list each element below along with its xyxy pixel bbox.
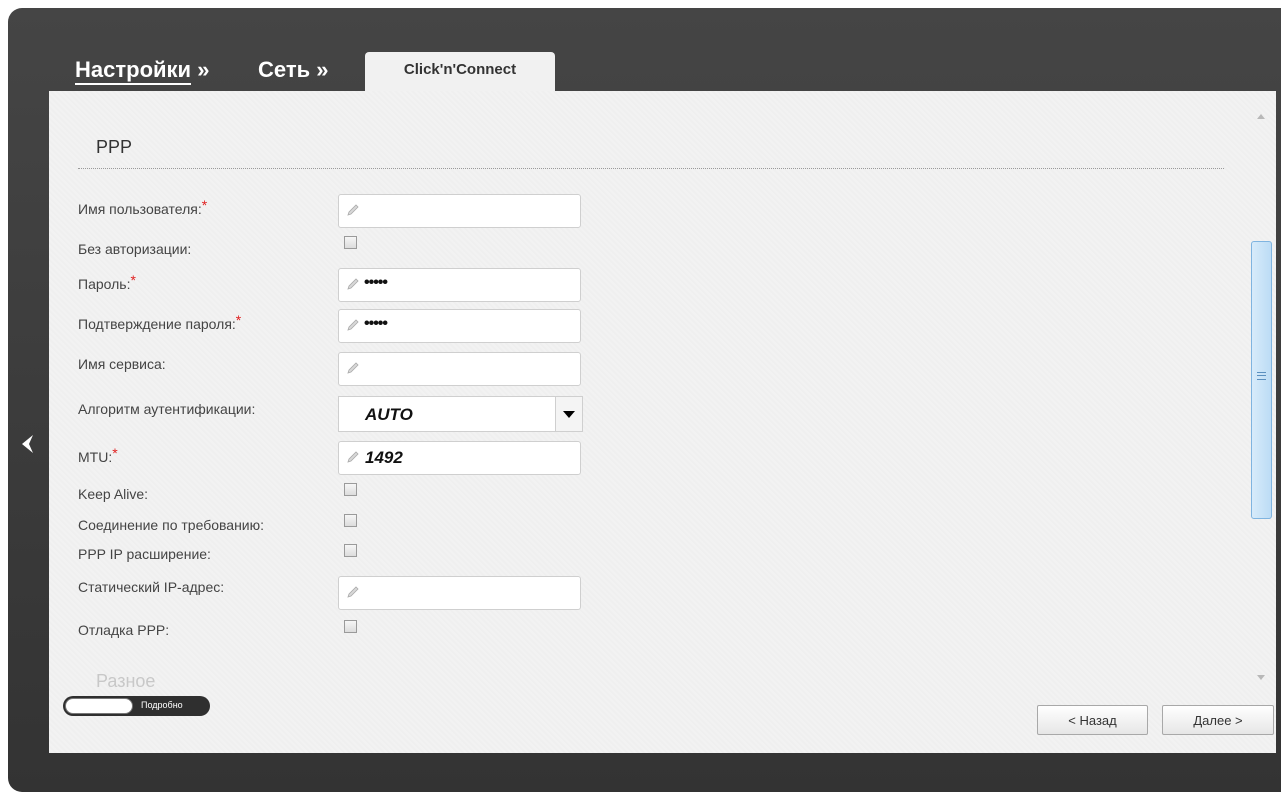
pencil-icon [347, 586, 359, 598]
pencil-icon [347, 204, 359, 216]
password-confirm-value: ••••• [364, 315, 388, 332]
scroll-up-arrow-icon[interactable] [1257, 114, 1265, 119]
next-button[interactable]: Далее > [1162, 705, 1274, 735]
password-confirm-field[interactable]: ••••• [338, 309, 581, 343]
content-panel [49, 91, 1276, 753]
ppp-ip-extension-checkbox[interactable] [344, 544, 357, 557]
dropdown-button[interactable] [555, 397, 582, 431]
pencil-icon [347, 319, 359, 331]
label-static-ip: Статический IP-адрес: [78, 579, 225, 595]
toggle-knob[interactable] [65, 698, 133, 714]
label-auth-algorithm: Алгоритм аутентификации: [78, 401, 256, 417]
label-username: Имя пользователя:* [78, 197, 207, 217]
back-nav-chevron-icon[interactable] [19, 433, 41, 463]
breadcrumb-separator: » [316, 57, 329, 82]
label-password-text: Пароль: [78, 276, 131, 292]
label-username-text: Имя пользователя: [78, 201, 202, 217]
label-mtu: MTU:* [78, 445, 118, 465]
breadcrumb-separator: » [197, 57, 210, 82]
pencil-icon [347, 451, 359, 463]
pencil-icon [347, 278, 359, 290]
username-field[interactable] [338, 194, 581, 228]
details-toggle[interactable]: Подробно [63, 696, 210, 716]
static-ip-field[interactable] [338, 576, 581, 610]
label-keep-alive: Keep Alive: [78, 486, 149, 502]
chevron-left-icon [22, 435, 33, 453]
section-title-misc: Разное [96, 671, 156, 689]
service-name-field[interactable] [338, 352, 581, 386]
label-no-auth: Без авторизации: [78, 241, 192, 257]
label-password: Пароль:* [78, 272, 136, 292]
scroll-down-arrow-icon[interactable] [1257, 675, 1265, 680]
password-value: ••••• [364, 274, 388, 291]
scrollbar-thumb[interactable] [1251, 241, 1272, 519]
breadcrumb-settings-label[interactable]: Настройки [75, 57, 192, 85]
mtu-field[interactable]: 1492 [338, 441, 581, 475]
toggle-label: Подробно [141, 700, 183, 710]
ppp-debug-checkbox[interactable] [344, 620, 357, 633]
required-mark: * [112, 445, 118, 461]
label-service-name: Имя сервиса: [78, 356, 166, 372]
mtu-value: 1492 [365, 448, 403, 467]
auth-algorithm-value: AUTO [365, 405, 413, 424]
label-mtu-text: MTU: [78, 449, 113, 465]
label-ppp-debug: Отладка PPP: [78, 622, 170, 638]
label-on-demand: Соединение по требованию: [78, 517, 265, 533]
breadcrumb-network[interactable]: Сеть » [258, 57, 329, 91]
label-ppp-ip-extension: PPP IP расширение: [78, 546, 211, 562]
label-password-confirm-text: Подтверждение пароля: [78, 316, 236, 332]
breadcrumb-network-label[interactable]: Сеть [258, 57, 310, 82]
keep-alive-checkbox[interactable] [344, 483, 357, 496]
section-divider [78, 168, 1224, 169]
tab-click-n-connect[interactable]: Click'n'Connect [365, 52, 555, 92]
required-mark: * [130, 272, 136, 288]
on-demand-checkbox[interactable] [344, 514, 357, 527]
auth-algorithm-select[interactable]: AUTO [338, 396, 583, 432]
password-field[interactable]: ••••• [338, 268, 581, 302]
triangle-down-icon [563, 410, 575, 418]
grip-icon [1257, 372, 1266, 380]
pencil-icon [347, 362, 359, 374]
label-password-confirm: Подтверждение пароля:* [78, 312, 241, 332]
vertical-scrollbar[interactable] [1251, 108, 1273, 688]
section-title-ppp: PPP [96, 137, 133, 157]
back-button[interactable]: < Назад [1037, 705, 1148, 735]
breadcrumb-settings[interactable]: Настройки » [75, 57, 209, 91]
required-mark: * [235, 312, 242, 328]
no-auth-checkbox[interactable] [344, 236, 357, 249]
required-mark: * [201, 197, 208, 213]
